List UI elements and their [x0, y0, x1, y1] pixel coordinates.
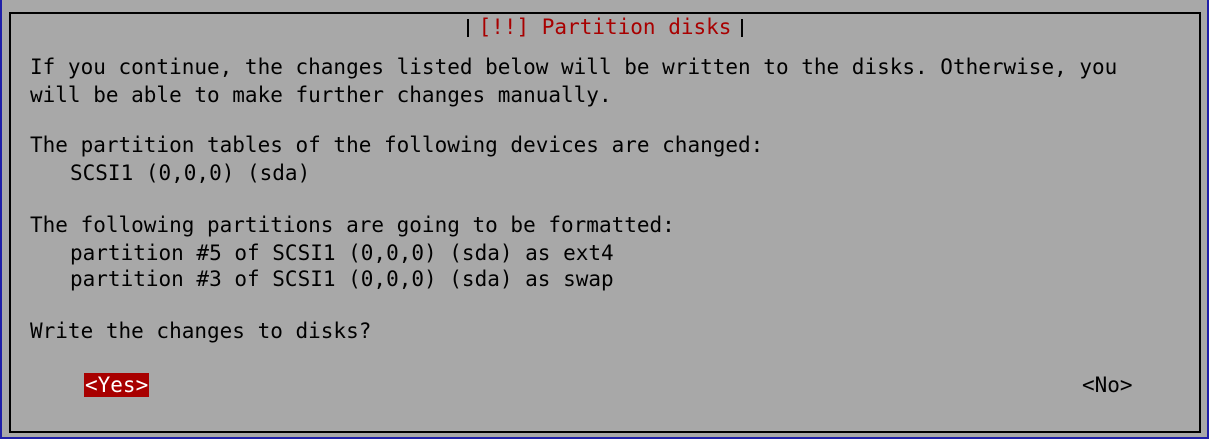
partition-tables-heading: The partition tables of the following de… [30, 133, 764, 157]
formatted-partitions-heading: The following partitions are going to be… [30, 213, 675, 237]
yes-button[interactable]: <Yes> [84, 373, 150, 397]
partition-disks-dialog: [!!] Partition disks If you continue, th… [2, 0, 1207, 437]
changed-device-item: SCSI1 (0,0,0) (sda) [70, 161, 311, 185]
formatted-partition-item: partition #3 of SCSI1 (0,0,0) (sda) as s… [70, 267, 614, 291]
intro-text-line-1: If you continue, the changes listed belo… [30, 55, 1118, 79]
installer-screen: [!!] Partition disks If you continue, th… [0, 0, 1209, 439]
intro-text-line-2: will be able to make further changes man… [30, 83, 612, 107]
confirmation-question: Write the changes to disks? [30, 319, 372, 343]
dialog-title: [!!] Partition disks [466, 14, 744, 40]
no-button[interactable]: <No> [1082, 373, 1133, 397]
dialog-title-bar: [!!] Partition disks [11, 14, 1199, 40]
formatted-partition-item: partition #5 of SCSI1 (0,0,0) (sda) as e… [70, 241, 614, 265]
